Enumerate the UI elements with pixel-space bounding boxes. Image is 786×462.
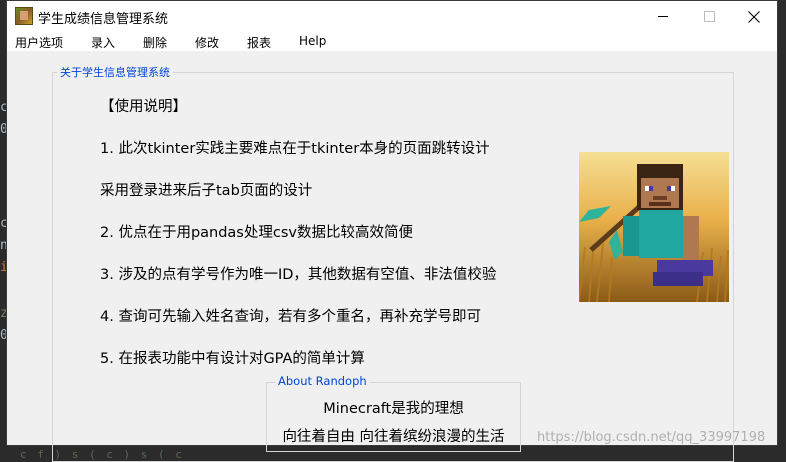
menu-modify[interactable]: 修改 xyxy=(195,34,219,51)
maximize-icon xyxy=(703,11,715,22)
menu-user-options[interactable]: 用户选项 xyxy=(15,34,63,51)
instruction-line: 5. 在报表功能中有设计对GPA的简单计算 xyxy=(100,351,365,367)
minecraft-app-icon xyxy=(15,7,33,25)
close-icon xyxy=(748,10,760,23)
minecraft-steve-picture xyxy=(579,152,729,302)
instruction-line: 1. 此次tkinter实践主要难点在于tkinter本身的页面跳转设计 xyxy=(100,141,490,157)
app-window: 学生成绩信息管理系统 用户选项 录入 删除 修改 报表 Help 关于学生信息管… xyxy=(6,0,778,462)
instructions-heading: 【使用说明】 xyxy=(100,99,187,115)
main-content: 关于学生信息管理系统 【使用说明】 1. 此次tkinter实践主要难点在于tk… xyxy=(7,51,777,462)
about-randoph-line: 向往着自由 向往着缤纷浪漫的生活 xyxy=(282,429,505,445)
instruction-line: 采用登录进来后子tab页面的设计 xyxy=(100,183,313,199)
steve-illustration xyxy=(579,152,729,302)
about-system-frame-title: 关于学生信息管理系统 xyxy=(57,64,173,80)
about-randoph-line: Minecraft是我的理想 xyxy=(323,401,464,417)
instruction-line: 4. 查询可先输入姓名查询，若有多个重名，再补充学号即可 xyxy=(100,309,481,325)
maximize-button[interactable] xyxy=(686,1,732,32)
menu-report[interactable]: 报表 xyxy=(247,34,271,51)
menu-help[interactable]: Help xyxy=(299,34,326,48)
window-title: 学生成绩信息管理系统 xyxy=(38,12,169,27)
minimize-button[interactable] xyxy=(640,1,686,32)
close-button[interactable] xyxy=(731,1,777,32)
csdn-watermark: https://blog.csdn.net/qq_33997198 xyxy=(537,430,766,445)
about-randoph-title: About Randoph xyxy=(275,374,370,388)
menu-delete[interactable]: 删除 xyxy=(143,34,167,51)
instruction-line: 3. 涉及的点有学号作为唯一ID，其他数据有空值、非法值校验 xyxy=(100,267,497,283)
menu-input[interactable]: 录入 xyxy=(91,34,115,51)
title-bar[interactable]: 学生成绩信息管理系统 xyxy=(7,1,777,32)
minimize-icon xyxy=(658,16,668,17)
instruction-line: 2. 优点在于用pandas处理csv数据比较高效简便 xyxy=(100,225,413,241)
menu-bar: 用户选项 录入 删除 修改 报表 Help xyxy=(7,32,777,51)
